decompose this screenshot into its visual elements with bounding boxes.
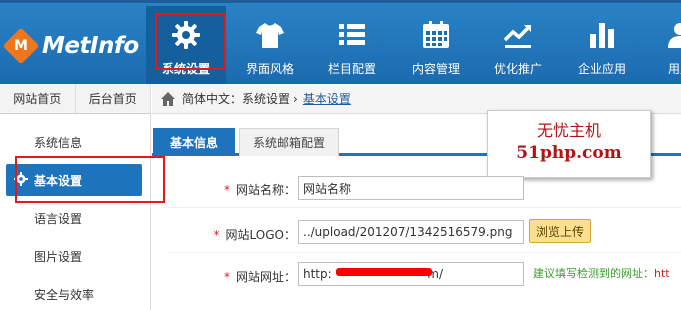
site-url-label: * 网站网址：: [223, 270, 296, 284]
sidebar-item-label: 系统信息: [34, 135, 83, 150]
shirt-icon: [256, 23, 284, 48]
site-url-hint: 建议填写检测到的网址：htt: [533, 267, 670, 280]
breadcrumb-root: 简体中文：系统设置: [182, 92, 291, 106]
site-logo-label: * 网站LOGO：: [213, 228, 296, 242]
metinfo-logo-icon: M: [2, 27, 40, 65]
nav-label: 用户: [667, 62, 681, 76]
watermark-line-2: 51php.com: [516, 143, 622, 163]
nav-label: 内容管理: [411, 62, 460, 76]
sidebar-item-image-settings[interactable]: 图片设置: [0, 240, 151, 272]
sidebar-item-language-settings[interactable]: 语言设置: [0, 202, 151, 234]
nav-item-seo-promotion[interactable]: 优化推广: [478, 6, 558, 84]
nav-item-content-management[interactable]: 内容管理: [396, 6, 476, 84]
required-mark: *: [213, 228, 220, 242]
nav-label: 企业应用: [577, 62, 626, 76]
nav-item-column-config[interactable]: 栏目配置: [312, 6, 392, 84]
user-icon: [668, 23, 681, 48]
breadcrumb-current[interactable]: 基本设置: [303, 90, 351, 107]
site-name-label: * 网站名称：: [223, 183, 296, 197]
row-divider: [168, 252, 681, 253]
nav-item-users[interactable]: 用户: [640, 6, 681, 84]
site-logo-input[interactable]: ../upload/201207/1342516579.png: [298, 220, 524, 244]
sidebar-item-system-info[interactable]: 系统信息: [0, 126, 151, 158]
tab-system-mail-config[interactable]: 系统邮箱配置: [239, 128, 339, 156]
brand-name: MetInfo: [42, 33, 139, 59]
watermark-line-1: 无忧主机: [536, 121, 601, 140]
bar-chart-icon: [590, 23, 614, 48]
sidebar-tab-site-home[interactable]: 网站首页: [0, 84, 76, 113]
sidebar-tab-admin-home[interactable]: 后台首页: [76, 84, 151, 113]
required-mark: *: [223, 183, 230, 197]
home-icon[interactable]: [160, 91, 176, 107]
watermark-overlay: 无忧主机 51php.com: [487, 110, 651, 178]
trend-icon: [503, 25, 531, 48]
sidebar-tabs: 网站首页 后台首页: [0, 84, 151, 114]
highlight-box-nav: [155, 13, 226, 70]
nav-item-interface-style[interactable]: 界面风格: [230, 6, 310, 84]
sidebar-item-security-efficiency[interactable]: 安全与效率: [0, 278, 151, 310]
browse-upload-button[interactable]: 浏览上传: [529, 219, 591, 243]
admin-page: M MetInfo 系统设置 界面风格 栏目配置 内容管理 优化推广 企业应用 …: [0, 0, 681, 310]
brand-logo[interactable]: M MetInfo: [2, 27, 139, 65]
nav-item-enterprise-apps[interactable]: 企业应用: [562, 6, 642, 84]
redaction-mark: [336, 268, 432, 276]
site-url-prefix: http:: [303, 267, 332, 281]
nav-label: 优化推广: [493, 62, 542, 76]
calendar-icon: [423, 21, 449, 48]
row-divider: [168, 207, 681, 208]
sidebar-item-label: 图片设置: [34, 249, 83, 264]
sidebar: 系统信息 基本设置 语言设置 图片设置 安全与效率: [0, 114, 151, 310]
top-nav-bar: M MetInfo 系统设置 界面风格 栏目配置 内容管理 优化推广 企业应用 …: [0, 0, 681, 84]
sidebar-item-label: 安全与效率: [34, 287, 95, 302]
sidebar-item-label: 语言设置: [34, 211, 83, 226]
site-name-input[interactable]: 网站名称: [298, 176, 524, 200]
nav-label: 栏目配置: [327, 62, 376, 76]
highlight-box-sidebar: [15, 156, 165, 203]
breadcrumb-separator: ›: [293, 91, 298, 106]
list-icon: [339, 24, 365, 45]
tab-basic-info[interactable]: 基本信息: [153, 128, 235, 156]
nav-label: 界面风格: [245, 62, 294, 76]
required-mark: *: [223, 270, 230, 284]
